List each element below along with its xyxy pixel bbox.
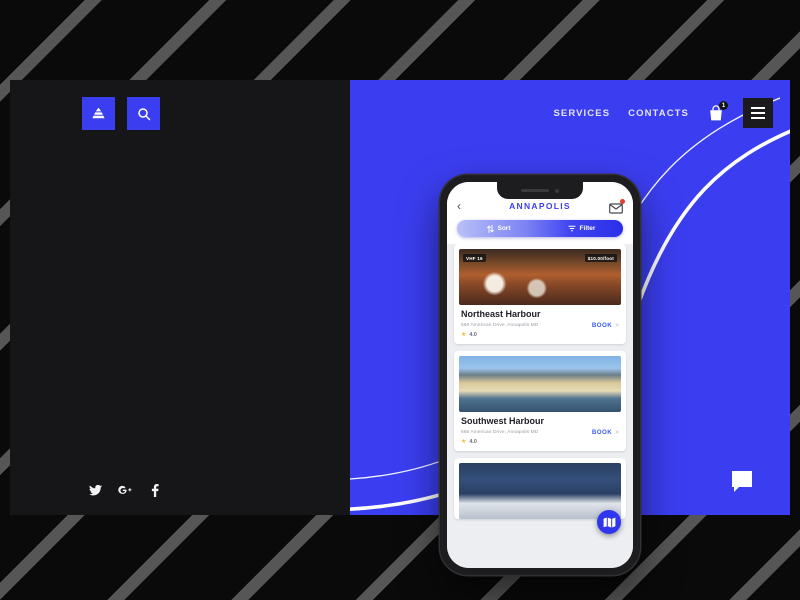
book-label: BOOK [591,321,613,329]
phone-notch [497,182,583,199]
filter-funnel-icon [568,225,576,232]
book-button[interactable]: BOOK » [592,429,619,436]
rating-row: ★ 4.0 [461,439,619,445]
page-title: ANNAPOLIS [509,201,571,211]
book-label: BOOK [591,428,613,436]
book-button[interactable]: BOOK » [592,322,619,329]
nav-link-services[interactable]: SERVICES [553,108,610,119]
list-item[interactable]: VHF 16 $10.00/foot Northeast Harbour 666… [454,244,626,344]
mail-button[interactable] [609,198,625,214]
price-badge: $10.00/foot [584,254,617,262]
front-camera [555,188,559,193]
chevron-right-icon: » [615,428,619,436]
sort-filter-bar: Sort Filter [447,216,633,244]
sort-arrows-icon [486,224,494,233]
dark-left-panel [10,80,355,515]
listing-sub-row: 666 American Drive, Annapolis MD BOOK » [461,322,619,329]
map-icon [603,517,615,528]
chevron-right-icon: » [615,321,619,329]
chat-bubble-icon[interactable] [732,471,752,492]
facebook-icon[interactable] [148,483,162,497]
search-icon [137,107,150,120]
search-button[interactable] [127,97,160,130]
filter-button[interactable]: Filter [540,225,623,232]
rating-row: ★ 4.0 [461,332,619,338]
hamburger-bar [751,107,765,109]
pyramid-logo-button[interactable] [82,97,115,130]
cart-count-badge: 1 [719,101,728,110]
phone-mockup: ‹ ANNAPOLIS Sort Filter VHF 16 $10.00/fo… [440,175,640,575]
listing-address: 666 American Drive, Annapolis MD [461,429,539,435]
star-icon: ★ [461,438,467,445]
phone-screen: ‹ ANNAPOLIS Sort Filter VHF 16 $10.00/fo… [447,182,633,568]
sort-button[interactable]: Sort [457,224,540,233]
google-plus-icon[interactable] [118,483,132,497]
list-item[interactable] [454,457,626,519]
site-navigation: SERVICES CONTACTS 1 [553,98,773,128]
mail-notification-badge [620,198,625,204]
panel-action-buttons [82,97,160,130]
list-item[interactable]: Southwest Harbour 666 American Drive, An… [454,350,626,451]
sort-filter-pill: Sort Filter [457,220,623,237]
listing-body: Northeast Harbour 666 American Drive, An… [454,305,626,344]
sort-label: Sort [497,225,511,232]
rating-value: 4.0 [469,331,477,338]
pyramid-logo-icon [92,107,105,119]
vhf-badge: VHF 16 [463,254,486,262]
listing-address: 666 American Drive, Annapolis MD [461,322,539,328]
filter-label: Filter [579,225,596,232]
listing-photo: VHF 16 $10.00/foot [459,249,621,305]
hamburger-bar [751,117,765,119]
map-fab-button[interactable] [597,510,621,534]
star-icon: ★ [461,331,467,338]
mail-envelope-icon [609,203,623,214]
rating-value: 4.0 [469,438,477,445]
twitter-icon[interactable] [88,483,102,497]
listing-body: Southwest Harbour 666 American Drive, An… [454,412,626,451]
hamburger-bar [751,112,765,114]
listing-photo [459,355,621,412]
hamburger-menu-button[interactable] [743,98,773,128]
screenshot-stage: SERVICES CONTACTS 1 ‹ ANNAPOLIS Sort Fil… [0,0,800,600]
listing-sub-row: 666 American Drive, Annapolis MD BOOK » [461,429,619,436]
social-links [88,483,162,497]
earpiece-speaker [521,189,549,192]
listing-photo [459,462,621,519]
listing-title: Southwest Harbour [461,415,545,426]
listing-title: Northeast Harbour [461,309,541,319]
shopping-bag-button[interactable]: 1 [707,101,728,122]
nav-link-contacts[interactable]: CONTACTS [628,108,689,119]
